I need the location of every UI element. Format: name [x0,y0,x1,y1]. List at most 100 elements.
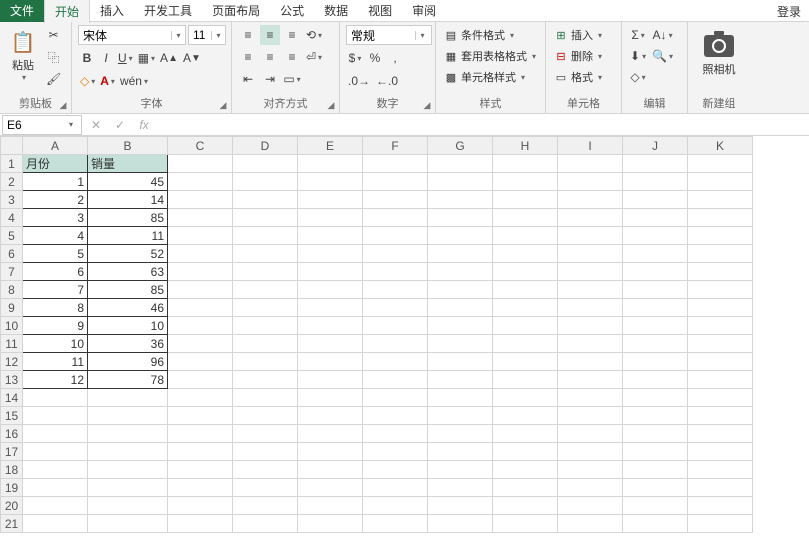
align-launcher[interactable]: ◢ [325,99,337,111]
font-color-button[interactable]: A [98,71,117,91]
cell-F10[interactable] [363,317,428,335]
cell-B8[interactable]: 85 [88,281,168,299]
cell-A5[interactable]: 4 [23,227,88,245]
cell-I11[interactable] [558,335,623,353]
cell-G3[interactable] [428,191,493,209]
cell-C1[interactable] [168,155,233,173]
format-cells-button[interactable]: ▭ 格式 [552,67,615,87]
increase-decimal-button[interactable]: .0→ [346,71,372,91]
cell-A21[interactable] [23,515,88,533]
cell-F1[interactable] [363,155,428,173]
cell-I10[interactable] [558,317,623,335]
cell-F5[interactable] [363,227,428,245]
cell-D5[interactable] [233,227,298,245]
wrap-text-button[interactable]: ⏎ [304,47,324,67]
cell-J20[interactable] [623,497,688,515]
cell-E21[interactable] [298,515,363,533]
cell-I6[interactable] [558,245,623,263]
cell-J8[interactable] [623,281,688,299]
cell-J12[interactable] [623,353,688,371]
cell-C12[interactable] [168,353,233,371]
cell-G4[interactable] [428,209,493,227]
cell-E1[interactable] [298,155,363,173]
cell-C11[interactable] [168,335,233,353]
cell-B18[interactable] [88,461,168,479]
cell-J11[interactable] [623,335,688,353]
cell-B21[interactable] [88,515,168,533]
cell-E7[interactable] [298,263,363,281]
cell-G21[interactable] [428,515,493,533]
cell-K5[interactable] [688,227,753,245]
cell-H15[interactable] [493,407,558,425]
find-select-button[interactable]: 🔍 [650,46,675,66]
cell-A10[interactable]: 9 [23,317,88,335]
increase-indent-button[interactable]: ⇥ [260,69,280,89]
cell-F9[interactable] [363,299,428,317]
cell-B17[interactable] [88,443,168,461]
cell-K16[interactable] [688,425,753,443]
col-header-A[interactable]: A [23,137,88,155]
cell-K20[interactable] [688,497,753,515]
cell-A18[interactable] [23,461,88,479]
select-all-corner[interactable] [1,137,23,155]
cell-I17[interactable] [558,443,623,461]
cell-D10[interactable] [233,317,298,335]
align-left-button[interactable]: ≡ [238,47,258,67]
cell-A7[interactable]: 6 [23,263,88,281]
insert-cells-button[interactable]: ⊞ 插入 [552,25,615,45]
cell-K2[interactable] [688,173,753,191]
cell-B13[interactable]: 78 [88,371,168,389]
cell-K14[interactable] [688,389,753,407]
cell-J3[interactable] [623,191,688,209]
cell-B15[interactable] [88,407,168,425]
cell-F7[interactable] [363,263,428,281]
cell-I13[interactable] [558,371,623,389]
cell-A4[interactable]: 3 [23,209,88,227]
cell-F12[interactable] [363,353,428,371]
cell-E11[interactable] [298,335,363,353]
row-header-12[interactable]: 12 [1,353,23,371]
cell-E4[interactable] [298,209,363,227]
cell-A6[interactable]: 5 [23,245,88,263]
cell-C9[interactable] [168,299,233,317]
row-header-20[interactable]: 20 [1,497,23,515]
cell-C17[interactable] [168,443,233,461]
cell-H19[interactable] [493,479,558,497]
cell-D20[interactable] [233,497,298,515]
cell-C2[interactable] [168,173,233,191]
cell-F3[interactable] [363,191,428,209]
number-launcher[interactable]: ◢ [421,99,433,111]
camera-button[interactable]: 照相机 [694,25,744,87]
cell-C3[interactable] [168,191,233,209]
cell-G10[interactable] [428,317,493,335]
sort-filter-button[interactable]: A↓ [650,25,675,45]
font-name-combo[interactable]: ▾ [78,25,186,45]
cell-B12[interactable]: 96 [88,353,168,371]
cell-E16[interactable] [298,425,363,443]
cell-D7[interactable] [233,263,298,281]
cell-D12[interactable] [233,353,298,371]
col-header-C[interactable]: C [168,137,233,155]
cell-E19[interactable] [298,479,363,497]
format-painter-button[interactable]: 🖌 [44,69,63,89]
cell-B2[interactable]: 45 [88,173,168,191]
chevron-down-icon[interactable]: ▾ [415,31,429,40]
row-header-11[interactable]: 11 [1,335,23,353]
cell-E5[interactable] [298,227,363,245]
cell-I5[interactable] [558,227,623,245]
fill-color-button[interactable]: ◇ [78,71,97,91]
cell-A16[interactable] [23,425,88,443]
cell-K8[interactable] [688,281,753,299]
col-header-B[interactable]: B [88,137,168,155]
cell-J18[interactable] [623,461,688,479]
paste-button[interactable]: 📋 粘贴 [6,25,40,87]
row-header-17[interactable]: 17 [1,443,23,461]
cell-D1[interactable] [233,155,298,173]
fill-button[interactable]: ⬇ [628,46,648,66]
align-bottom-button[interactable]: ≡ [282,25,302,45]
cell-A1[interactable]: 月份 [23,155,88,173]
cell-H11[interactable] [493,335,558,353]
col-header-I[interactable]: I [558,137,623,155]
cell-I7[interactable] [558,263,623,281]
cell-F11[interactable] [363,335,428,353]
